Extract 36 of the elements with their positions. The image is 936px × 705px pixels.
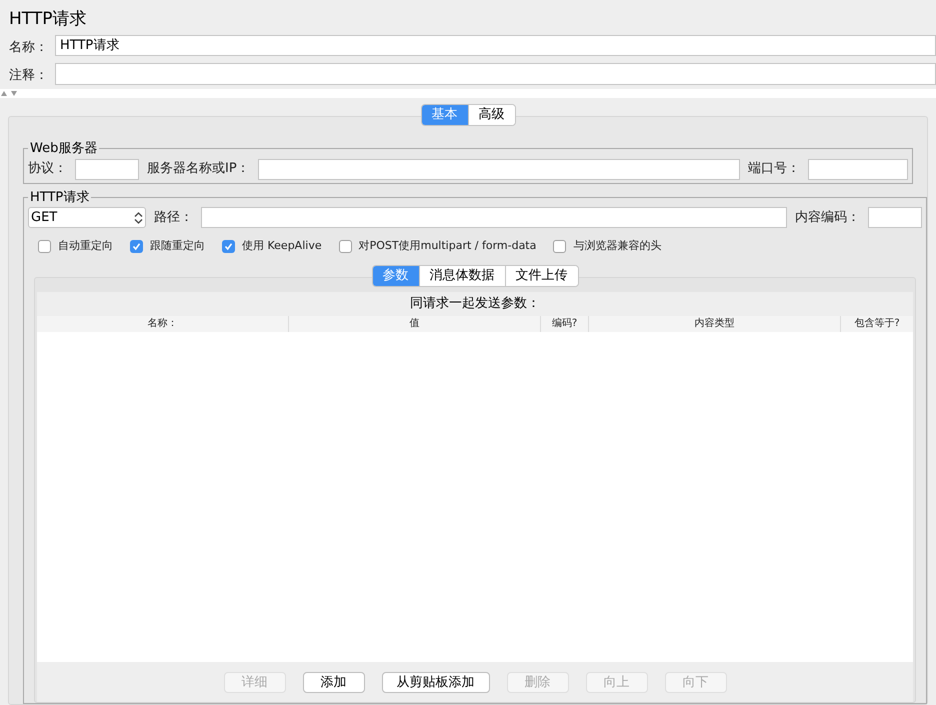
group-legend: HTTP请求	[28, 188, 92, 207]
collapse-arrows-icon[interactable]	[0, 90, 20, 97]
panel-title: HTTP请求	[8, 8, 88, 31]
field-label: 协议：	[28, 160, 67, 178]
checkbox-label: 自动重定向	[58, 238, 113, 254]
path-field[interactable]	[201, 207, 787, 228]
name-field[interactable]: HTTP请求	[55, 35, 936, 56]
toolbar-button[interactable]: 添加	[302, 672, 364, 692]
group-legend: Web服务器	[28, 139, 100, 158]
checkbox[interactable]	[338, 240, 352, 253]
checkbox-label: 跟随重定向	[150, 238, 205, 254]
tab[interactable]: 高级	[468, 105, 514, 125]
checkbox[interactable]	[222, 240, 235, 253]
field-label: 内容编码：	[795, 208, 860, 227]
up-down-caret-icon	[134, 212, 143, 224]
checkbox[interactable]	[553, 240, 566, 253]
protocol-field[interactable]	[75, 158, 139, 180]
table-caption: 同请求一起发送参数：	[409, 294, 541, 312]
comment-field[interactable]	[55, 63, 936, 85]
field-label: 注释：	[9, 68, 48, 83]
port-field[interactable]	[808, 158, 908, 180]
tab[interactable]: 文件上传	[504, 266, 578, 286]
checkbox[interactable]	[130, 240, 143, 253]
field-label: 路径：	[154, 208, 193, 227]
encoding-field[interactable]	[868, 207, 922, 228]
field-label: 名称：	[9, 40, 48, 54]
method-select[interactable]: GET	[28, 207, 146, 228]
checkbox-label: 与浏览器兼容的头	[573, 238, 662, 254]
server-field[interactable]	[258, 158, 740, 180]
field-label: 端口号：	[748, 160, 800, 178]
field-label: 服务器名称或IP：	[147, 160, 250, 178]
toolbar-button[interactable]: 从剪贴板添加	[382, 672, 490, 692]
checkbox-label: 使用 KeepAlive	[242, 238, 322, 254]
checkbox[interactable]	[38, 240, 51, 253]
checkbox-label: 对POST使用multipart / form-data	[358, 238, 536, 254]
column-header[interactable]: 包含等于?	[841, 316, 913, 332]
